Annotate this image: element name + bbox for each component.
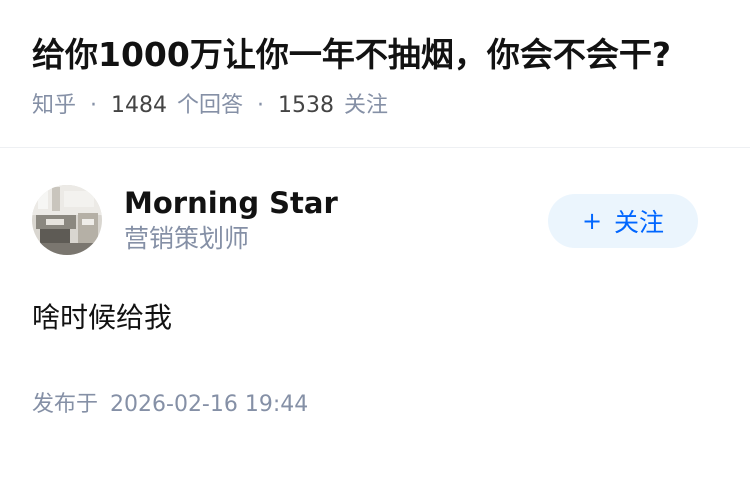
plus-icon: +: [581, 207, 603, 235]
published-time: 2026-02-16 19:44: [110, 392, 309, 417]
meta-separator: ·: [90, 93, 98, 118]
answer-card: Morning Star 营销策划师 + 关注 啥时候给我 发布于 2026-02…: [0, 148, 750, 420]
follower-count-label: 关注: [344, 93, 389, 118]
question-header: 给你1000万让你一年不抽烟，你会不会干? 知乎 · 1484 个回答 · 15…: [0, 0, 750, 121]
published-info: 发布于 2026-02-16 19:44: [32, 390, 718, 420]
avatar-photo-icon: [32, 185, 102, 255]
question-title[interactable]: 给你1000万让你一年不抽烟，你会不会干?: [32, 32, 672, 77]
follow-button[interactable]: + 关注: [548, 194, 698, 248]
meta-separator-2: ·: [257, 93, 265, 118]
published-label: 发布于: [32, 392, 99, 417]
author-info: Morning Star 营销策划师: [124, 185, 338, 255]
follower-count: 1538: [278, 93, 335, 118]
follow-button-label: 关注: [614, 208, 665, 237]
author-avatar[interactable]: [32, 185, 102, 255]
answer-content: 啥时候给我: [32, 301, 173, 334]
answer-count-label: 个回答: [177, 93, 244, 118]
author-bio: 营销策划师: [124, 224, 250, 253]
source-label[interactable]: 知乎: [32, 91, 76, 121]
author-name[interactable]: Morning Star: [124, 185, 338, 221]
question-meta: 知乎 · 1484 个回答 · 1538 关注: [32, 91, 718, 121]
answer-count: 1484: [111, 93, 168, 118]
